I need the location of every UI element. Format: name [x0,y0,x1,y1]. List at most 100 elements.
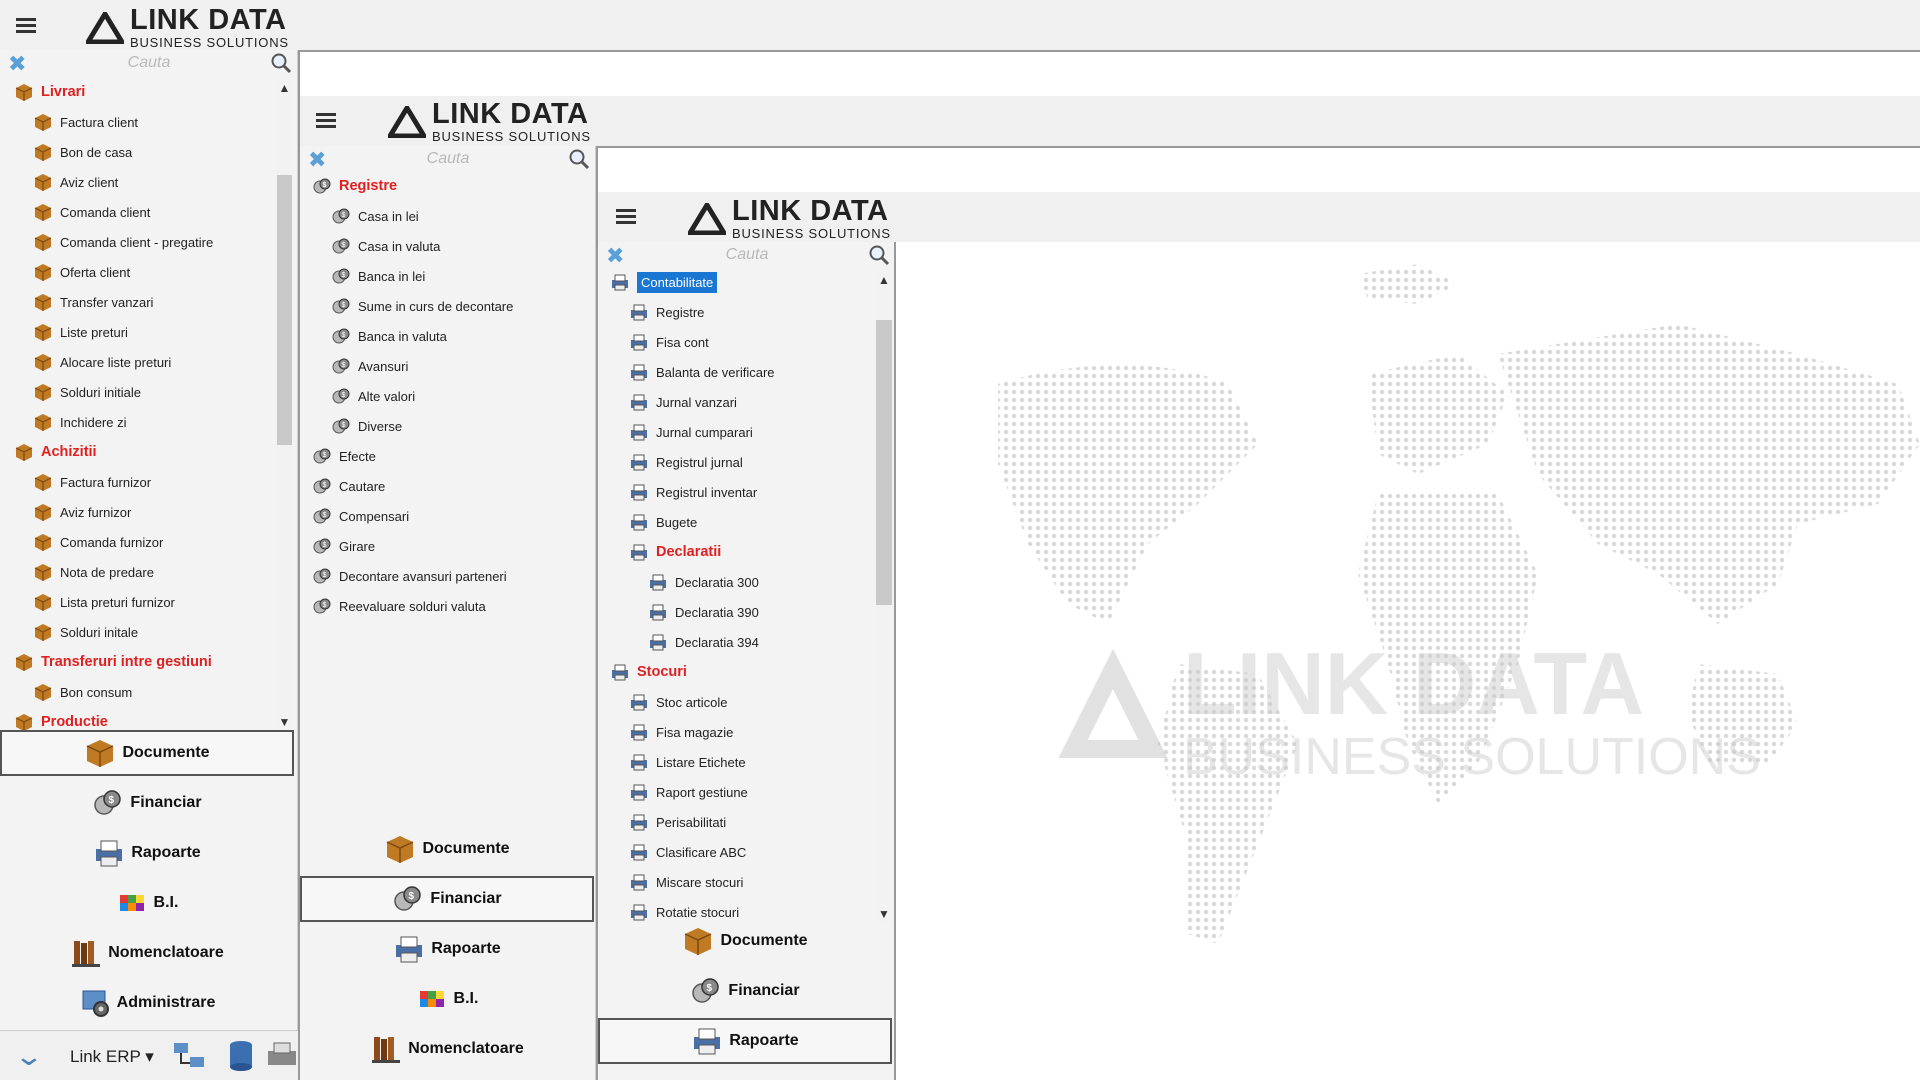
tree-item[interactable]: $ Efecte [312,444,376,468]
panel3-top-strip [598,148,1920,192]
menu-icon[interactable] [16,18,36,34]
tree-item[interactable]: $ Casa in lei [331,204,419,228]
scroll-up-icon[interactable]: ▲ [875,272,893,288]
nav-button-rapoarte[interactable]: Rapoarte [598,1018,892,1064]
tree-item[interactable]: $ Cautare [312,474,385,498]
network-icon[interactable] [172,1039,208,1073]
tree-item[interactable]: Contabilitate [610,270,718,294]
nav-button-financiar[interactable]: $ Financiar [598,968,892,1014]
tree-item[interactable]: Jurnal cumparari [629,420,753,444]
nav-button-administrare[interactable]: Administrare [0,980,294,1026]
tree-item[interactable]: $ Casa in valuta [331,234,440,258]
scroll-down-icon[interactable]: ▼ [276,714,293,730]
search-input[interactable]: Cauta [0,54,297,72]
tree-item-label: Casa in valuta [358,238,441,254]
tree-item[interactable]: Declaratia 390 [648,600,759,624]
tree-item[interactable]: $ Alte valori [331,384,415,408]
printer-icon [612,664,628,681]
nav-button-documente[interactable]: Documente [598,918,892,964]
tree-item[interactable]: Alocare liste preturi [33,350,171,374]
database-icon[interactable] [226,1039,256,1073]
tree-item[interactable]: $ Girare [312,534,375,558]
tree-group[interactable]: Achizitii [14,440,97,464]
tree-item[interactable]: Factura furnizor [33,470,151,494]
scrollbar[interactable]: ▲ ▼ [276,80,293,730]
scrollbar[interactable]: ▲ ▼ [875,272,893,922]
tree-item[interactable]: Registrul inventar [629,480,757,504]
tree-item[interactable]: Declaratia 300 [648,570,759,594]
tree-item-label: Solduri initiale [60,384,141,400]
tree-item[interactable]: Solduri initiale [33,380,141,404]
tree-item[interactable]: Bugete [629,510,697,534]
search-icon[interactable] [868,244,890,266]
tree-item[interactable]: $ Diverse [331,414,402,438]
tree-item[interactable]: Perisabilitati [629,810,726,834]
tree-item[interactable]: Raport gestiune [629,780,748,804]
tree-item[interactable]: $ Avansuri [331,354,408,378]
tree-item[interactable]: Bon de casa [33,140,132,164]
box-icon [34,564,52,581]
nav-button-bi[interactable]: B.I. [0,880,294,926]
nav-button-nomenclatoare[interactable]: Nomenclatoare [0,930,294,976]
nav-button-documente[interactable]: Documente [300,826,594,872]
tree-item[interactable]: Transfer vanzari [33,290,153,314]
nav-button-financiar[interactable]: $ Financiar [0,780,294,826]
search-input[interactable]: Cauta [598,246,894,264]
tree-item[interactable]: Comanda client [33,200,150,224]
printer-icon[interactable] [266,1041,298,1071]
scroll-thumb[interactable] [277,175,292,445]
menu-icon[interactable] [616,209,636,225]
logo-icon [86,11,124,44]
tree-item[interactable]: Nota de predare [33,560,154,584]
tree-item[interactable]: Oferta client [33,260,130,284]
search-icon[interactable] [568,148,590,170]
printer-icon [631,514,647,531]
tree-group[interactable]: Stocuri [610,660,687,684]
tree-item[interactable]: Stoc articole [629,690,728,714]
tree-group[interactable]: Livrari [14,80,85,104]
tree-item[interactable]: Comanda furnizor [33,530,163,554]
nav-button-bi[interactable]: B.I. [300,976,594,1022]
tree-item[interactable]: Lista preturi furnizor [33,590,175,614]
nav-button-documente[interactable]: Documente [0,730,294,776]
app-selector[interactable]: Link ERP ▾ [70,1047,154,1067]
chevron-down-icon[interactable]: ⌄ [14,1041,45,1072]
tree-item[interactable]: Fisa magazie [629,720,733,744]
scroll-up-icon[interactable]: ▲ [276,80,293,96]
tree-item[interactable]: Aviz client [33,170,118,194]
search-input[interactable]: Cauta [300,150,595,168]
nav-button-financiar[interactable]: $ Financiar [300,876,594,922]
tree-item[interactable]: $ Sume in curs de decontare [331,294,513,318]
tree-item[interactable]: Factura client [33,110,138,134]
tree-item[interactable]: Listare Etichete [629,750,746,774]
tree-item[interactable]: Liste preturi [33,320,128,344]
tree-group[interactable]: $ Registre [312,174,397,198]
tree-item[interactable]: Jurnal vanzari [629,390,737,414]
tree-item[interactable]: Bon consum [33,680,132,704]
tree-group[interactable]: Declaratii [629,540,721,564]
tree-item[interactable]: $ Decontare avansuri parteneri [312,564,507,588]
tree-item[interactable]: Clasificare ABC [629,840,746,864]
tree-item[interactable]: Comanda client - pregatire [33,230,213,254]
menu-icon[interactable] [316,113,336,129]
tree-item[interactable]: Balanta de verificare [629,360,775,384]
tree-item[interactable]: $ Banca in lei [331,264,425,288]
scroll-thumb[interactable] [876,320,892,605]
tree-item[interactable]: Fisa cont [629,330,709,354]
nav-button-rapoarte[interactable]: Rapoarte [300,926,594,972]
search-icon[interactable] [270,52,292,74]
tree-item[interactable]: Aviz furnizor [33,500,131,524]
tree-item[interactable]: Solduri initale [33,620,138,644]
tree-item[interactable]: Declaratia 394 [648,630,759,654]
tree-group[interactable]: Transferuri intre gestiuni [14,650,212,674]
tree-item[interactable]: Registrul jurnal [629,450,743,474]
tree-item[interactable]: $ Banca in valuta [331,324,447,348]
brand-name: LINK DATA [432,98,589,130]
nav-button-rapoarte[interactable]: Rapoarte [0,830,294,876]
tree-item[interactable]: $ Reevaluare solduri valuta [312,594,486,618]
tree-item[interactable]: Miscare stocuri [629,870,743,894]
tree-item[interactable]: Inchidere zi [33,410,126,434]
tree-item[interactable]: Registre [629,300,704,324]
nav-button-nomenclatoare[interactable]: Nomenclatoare [300,1026,594,1072]
tree-item[interactable]: $ Compensari [312,504,409,528]
